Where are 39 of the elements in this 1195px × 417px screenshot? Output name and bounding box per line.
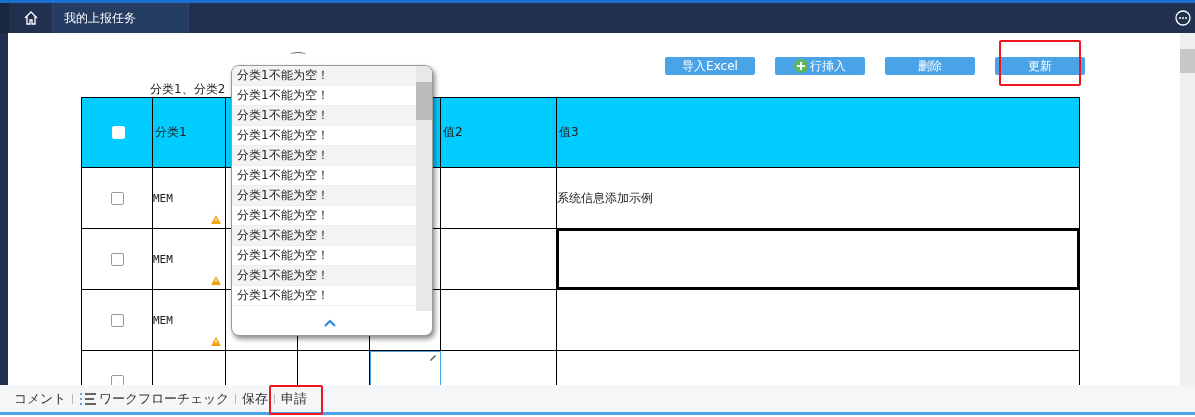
error-message[interactable]: 分类1不能为空！ (232, 266, 416, 286)
select-all-checkbox[interactable] (111, 126, 125, 139)
table-cell: MEM (153, 191, 173, 205)
caption-text: 分类1、分类2 (150, 81, 226, 97)
table-cell: 系统信息添加示例 (557, 189, 653, 207)
scrollbar[interactable] (1180, 33, 1195, 385)
error-message[interactable]: 分类1不能为空！ (232, 146, 416, 166)
chevron-up-icon[interactable] (324, 319, 336, 327)
error-message[interactable]: 分类1不能为空！ (232, 246, 416, 266)
error-message[interactable]: 分类1不能为空！ (232, 66, 416, 86)
error-message[interactable]: 分类1不能为空！ (232, 86, 416, 106)
row-checkbox[interactable] (110, 374, 124, 385)
pencil-icon[interactable] (429, 353, 437, 361)
column-header: 分类1 (153, 98, 226, 167)
column-header: 值2 (441, 98, 557, 167)
footer-button[interactable]: ワークフローチェック (75, 389, 233, 408)
table-cell: MEM (153, 252, 173, 266)
column-header: 值3 (558, 124, 580, 141)
footer-button[interactable]: 保存 (238, 389, 272, 408)
table-cell: MEM (153, 313, 173, 327)
error-message[interactable]: 分类1不能为空！ (232, 166, 416, 186)
list-icon (79, 391, 97, 406)
error-message[interactable]: 分类1不能为空！ (232, 186, 416, 206)
scrollbar[interactable] (416, 66, 432, 311)
error-message[interactable]: 分类1不能为空！ (232, 106, 416, 126)
home-icon (22, 10, 39, 26)
nav-tab[interactable]: 我的上报任务 (53, 3, 189, 33)
footer-button[interactable]: 申請 (277, 389, 311, 408)
row-checkbox[interactable] (110, 313, 124, 327)
more-icon[interactable] (1175, 10, 1191, 26)
error-message[interactable]: 分类1不能为空！ (232, 286, 416, 306)
plus-icon (794, 59, 808, 73)
error-message[interactable]: 分类1不能为空！ (232, 226, 416, 246)
row-checkbox[interactable] (110, 252, 124, 266)
selected-cell[interactable] (557, 229, 1079, 289)
footer-button[interactable]: コメント (10, 389, 70, 408)
error-message[interactable]: 分类1不能为空！ (232, 206, 416, 226)
row-checkbox[interactable] (110, 191, 124, 205)
error-message[interactable]: 分类1不能为空！ (232, 126, 416, 146)
